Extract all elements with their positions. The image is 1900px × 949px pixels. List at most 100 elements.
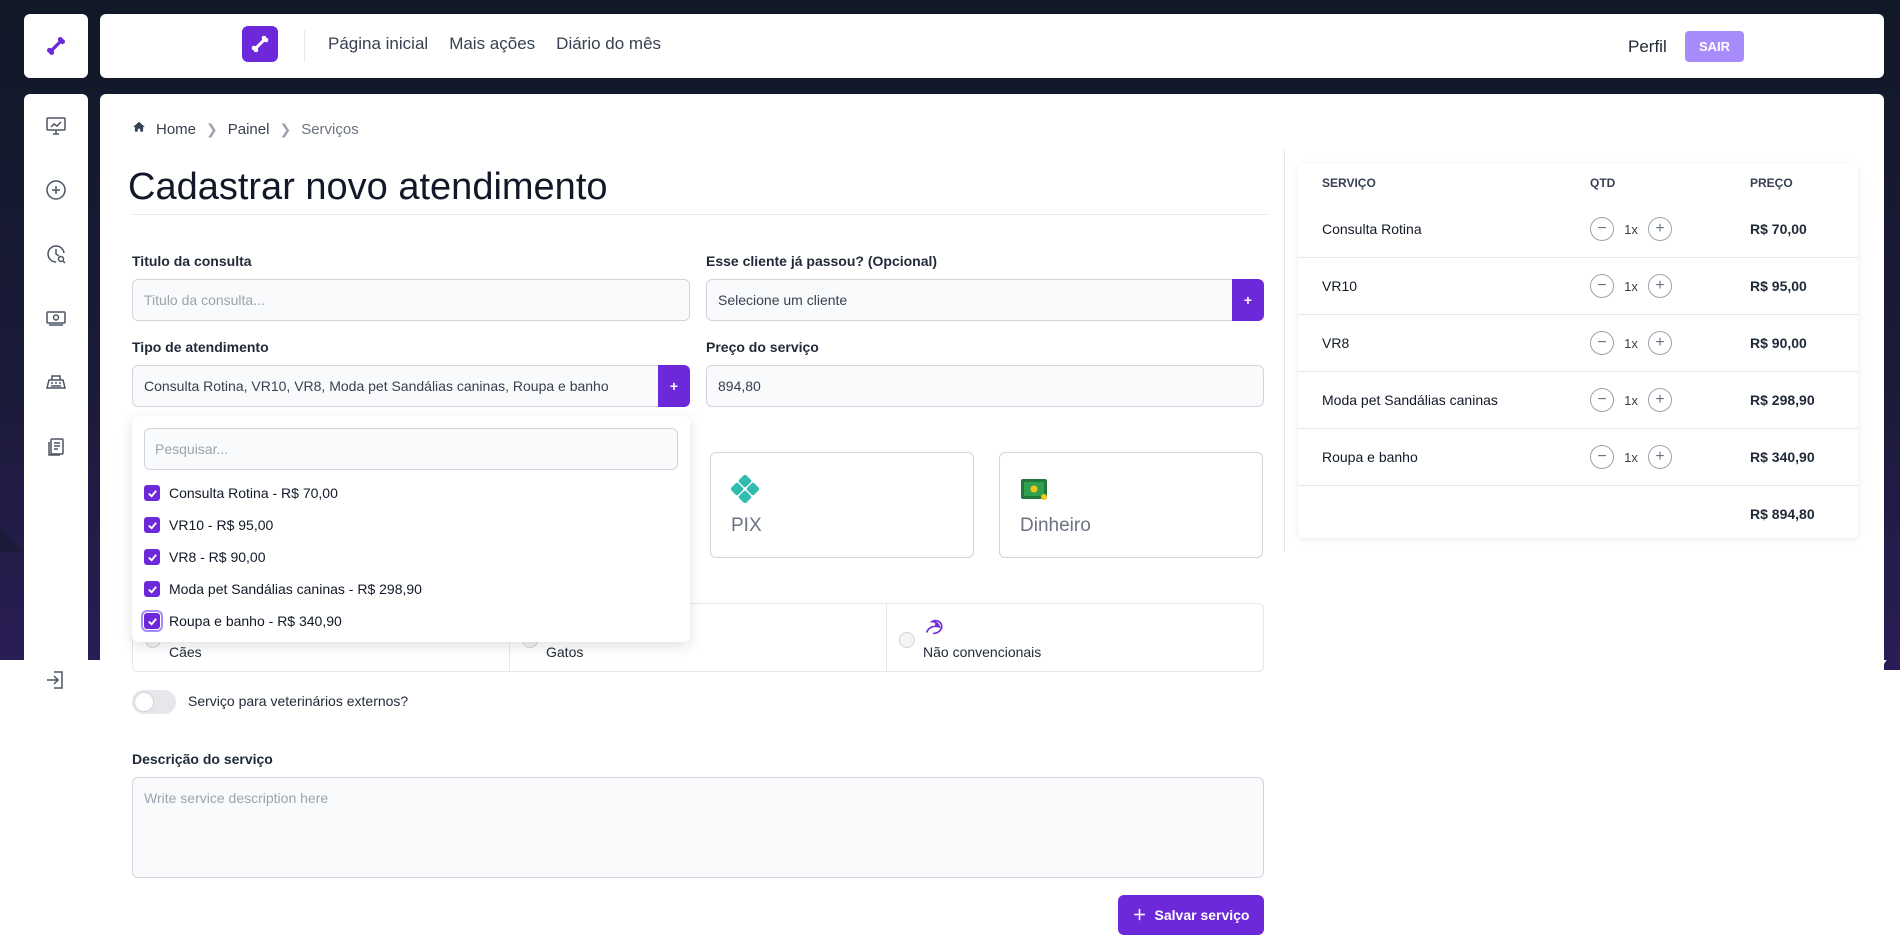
dropdown-option[interactable]: Roupa e banho - R$ 340,90	[141, 610, 342, 632]
bone-icon	[251, 35, 269, 53]
dinheiro-label: Dinheiro	[1020, 515, 1091, 536]
row-service-name: VR10	[1322, 278, 1358, 294]
table-row: Consulta Rotina − 1x + R$ 70,00	[1298, 201, 1858, 258]
tipo-multiselect[interactable]: Consulta Rotina, VR10, VR8, Moda pet San…	[132, 365, 660, 407]
minus-icon[interactable]: −	[1590, 445, 1614, 469]
money-icon[interactable]	[44, 306, 68, 330]
nao-convencionais-label: Não convencionais	[923, 644, 1042, 660]
table-row: VR10 − 1x + R$ 95,00	[1298, 258, 1858, 315]
header-qtd: QTD	[1590, 176, 1616, 190]
option-label: Roupa e banho - R$ 340,90	[169, 613, 342, 629]
title-divider	[132, 214, 1268, 215]
row-qty: 1x	[1624, 449, 1638, 465]
dropdown-option[interactable]: VR8 - R$ 90,00	[144, 549, 266, 565]
tipo-label: Tipo de atendimento	[132, 339, 269, 355]
cash-register-icon[interactable]	[44, 370, 68, 394]
table-row: VR8 − 1x + R$ 90,00	[1298, 315, 1858, 372]
payment-dinheiro-card[interactable]: Dinheiro	[999, 452, 1263, 558]
minus-icon[interactable]: −	[1590, 217, 1614, 241]
row-service-name: Roupa e banho	[1322, 449, 1418, 465]
row-qty: 1x	[1624, 278, 1638, 294]
table-row: Moda pet Sandálias caninas − 1x + R$ 298…	[1298, 372, 1858, 429]
option-label: VR8 - R$ 90,00	[169, 549, 266, 565]
externos-label: Serviço para veterinários externos?	[188, 693, 409, 709]
dropdown-option[interactable]: VR10 - R$ 95,00	[144, 517, 273, 533]
table-row: Roupa e banho − 1x + R$ 340,90	[1298, 429, 1858, 486]
checkbox-checked-icon[interactable]	[144, 517, 160, 533]
row-price: R$ 70,00	[1750, 221, 1807, 237]
checkbox-checked-icon[interactable]	[144, 549, 160, 565]
cliente-label: Esse cliente já passou? (Opcional)	[706, 253, 938, 269]
descricao-label: Descrição do serviço	[132, 751, 273, 767]
payment-pix-card[interactable]: PIX	[710, 452, 974, 558]
row-qty: 1x	[1624, 335, 1638, 351]
header-servico: SERVIÇO	[1322, 176, 1376, 190]
row-price: R$ 90,00	[1750, 335, 1807, 351]
clipboard-icon[interactable]	[44, 434, 68, 458]
gatos-label: Gatos	[546, 644, 584, 660]
tipo-dropdown: Pesquisar... Consulta Rotina - R$ 70,00 …	[132, 416, 690, 642]
dropdown-option[interactable]: Consulta Rotina - R$ 70,00	[144, 485, 338, 501]
breadcrumb-painel[interactable]: Painel	[228, 121, 270, 138]
minus-icon[interactable]: −	[1590, 274, 1614, 298]
services-summary-table: SERVIÇO QTD PREÇO Consulta Rotina − 1x +…	[1298, 164, 1858, 538]
page-title: Cadastrar novo atendimento	[128, 166, 608, 208]
toggle-knob	[134, 692, 154, 712]
checkbox-checked-icon[interactable]	[141, 610, 163, 632]
chevron-right-icon: ❯	[206, 120, 218, 137]
animal-option-nao-convencionais[interactable]: Não convencionais	[887, 604, 1263, 671]
nav-mais-acoes[interactable]: Mais ações	[449, 34, 535, 54]
plus-icon[interactable]: +	[1648, 388, 1672, 412]
checkbox-checked-icon[interactable]	[144, 485, 160, 501]
top-nav: Página inicial Mais ações Diário do mês	[328, 34, 661, 54]
minus-icon[interactable]: −	[1590, 388, 1614, 412]
clock-search-icon[interactable]	[44, 242, 68, 266]
cart-total: R$ 894,80	[1750, 506, 1815, 522]
plus-icon: ＋	[1132, 907, 1147, 923]
dropdown-search-input[interactable]: Pesquisar...	[144, 428, 678, 470]
add-cliente-button[interactable]: +	[1232, 279, 1264, 321]
cliente-select[interactable]: Selecione um cliente	[706, 279, 1234, 321]
breadcrumb-home[interactable]: Home	[156, 121, 196, 138]
checkbox-checked-icon[interactable]	[144, 581, 160, 597]
descricao-textarea[interactable]: Write service description here	[132, 777, 1264, 878]
sidebar	[24, 94, 88, 949]
dragon-icon	[923, 616, 945, 638]
preco-input[interactable]: 894,80	[706, 365, 1264, 407]
add-tipo-button[interactable]: +	[658, 365, 690, 407]
sair-button[interactable]: SAIR	[1685, 31, 1744, 62]
titulo-input[interactable]: Titulo da consulta...	[132, 279, 690, 321]
breadcrumb-current: Serviços	[301, 120, 359, 138]
preco-label: Preço do serviço	[706, 339, 819, 355]
plus-icon[interactable]: +	[1648, 445, 1672, 469]
externos-toggle[interactable]	[132, 690, 176, 714]
minus-icon[interactable]: −	[1590, 331, 1614, 355]
vertical-divider	[1284, 150, 1285, 552]
pix-label: PIX	[731, 515, 762, 536]
qty-control: − 1x +	[1590, 331, 1672, 355]
bg-corner-left	[0, 528, 24, 552]
nav-diario-do-mes[interactable]: Diário do mês	[556, 34, 661, 54]
qty-control: − 1x +	[1590, 217, 1672, 241]
home-icon	[132, 120, 146, 138]
plus-icon[interactable]: +	[1648, 217, 1672, 241]
brand-logo[interactable]	[242, 26, 278, 62]
titulo-label: Titulo da consulta	[132, 253, 252, 269]
logout-icon[interactable]	[44, 668, 68, 692]
bone-icon	[47, 37, 65, 55]
plus-icon[interactable]: +	[1648, 274, 1672, 298]
save-button[interactable]: ＋ Salvar serviço	[1118, 895, 1264, 935]
nav-pagina-inicial[interactable]: Página inicial	[328, 34, 428, 54]
row-service-name: Moda pet Sandálias caninas	[1322, 392, 1498, 408]
topbar-divider	[304, 30, 305, 62]
qty-control: − 1x +	[1590, 274, 1672, 298]
logo[interactable]	[24, 14, 88, 78]
row-qty: 1x	[1624, 392, 1638, 408]
row-qty: 1x	[1624, 221, 1638, 237]
perfil-link[interactable]: Perfil	[1628, 37, 1667, 57]
dropdown-option[interactable]: Moda pet Sandálias caninas - R$ 298,90	[144, 581, 422, 597]
chart-board-icon[interactable]	[44, 114, 68, 138]
plus-icon[interactable]: +	[1648, 331, 1672, 355]
add-circle-icon[interactable]	[44, 178, 68, 202]
radio-nao-convencionais[interactable]	[899, 632, 915, 648]
